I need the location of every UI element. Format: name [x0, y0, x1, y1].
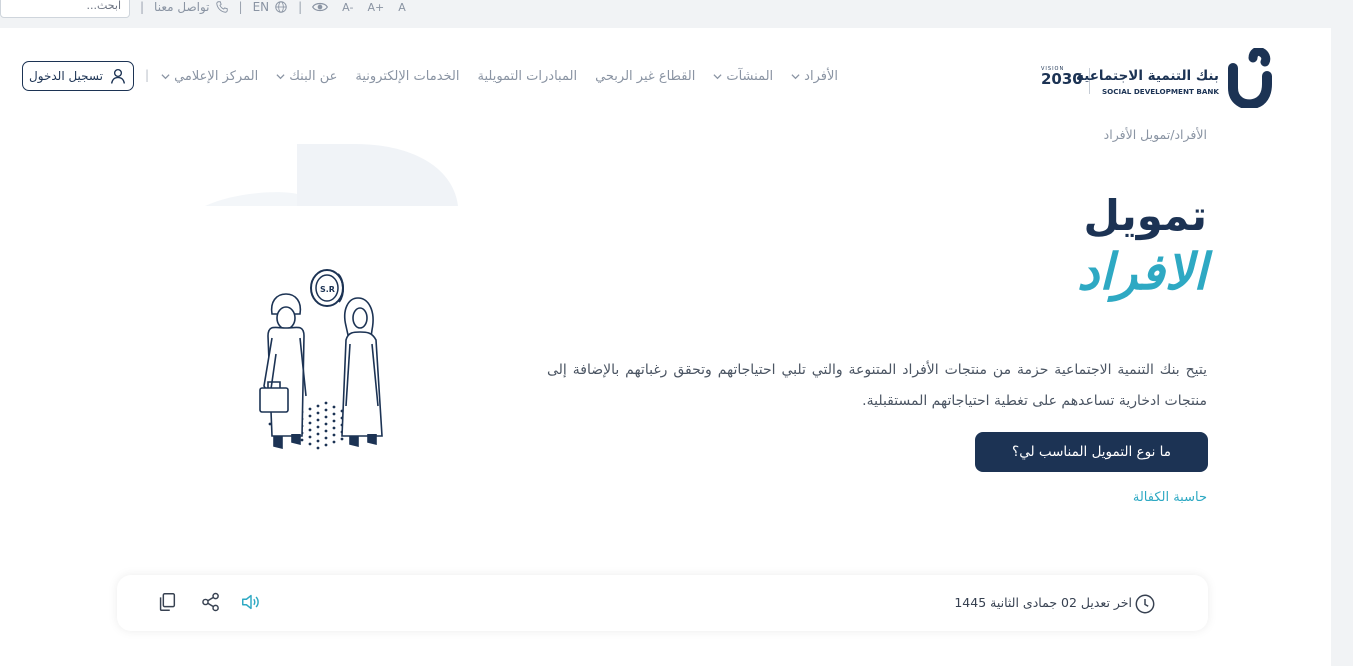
main-nav: الأفراد المنشآت القطاع غير الربحي المباد…: [161, 69, 838, 84]
coin-icon: S.R: [310, 269, 344, 307]
bank-logo-mark-icon: [1228, 48, 1272, 108]
nav-label: المركز الإعلامي: [174, 69, 259, 84]
divider: |: [140, 0, 145, 14]
bank-logo[interactable]: VISION 2030 بنك التنمية الاجتماعية SOCIA…: [1031, 48, 1281, 108]
nav-divider: |: [145, 68, 150, 82]
share-icon[interactable]: [200, 591, 222, 613]
nav-label: عن البنك: [289, 69, 338, 84]
chevron-down-icon: [791, 74, 800, 80]
clock-icon: [1135, 594, 1155, 614]
language-switch[interactable]: EN: [253, 0, 289, 14]
page-title: تمويل: [1083, 191, 1208, 240]
divider: |: [298, 0, 303, 14]
logo-text-en: SOCIAL DEVELOPMENT BANK: [1101, 87, 1219, 96]
breadcrumb: الأفراد/تمويل الأفراد: [1103, 127, 1207, 142]
contact-link[interactable]: تواصل معنا: [154, 0, 228, 14]
page-subtitle: الافراد: [1076, 243, 1207, 301]
nav-item-about[interactable]: عن البنك: [276, 69, 337, 84]
vision-2030-logo: VISION 2030: [1041, 66, 1083, 96]
top-utility-bar: ابحث... | تواصل معنا | EN | A- A+ A: [0, 0, 1353, 22]
nav-item-financing-initiatives[interactable]: المبادرات التمويلية: [478, 69, 578, 84]
contact-label: تواصل معنا: [154, 0, 210, 14]
nav-item-nonprofit[interactable]: القطاع غير الربحي: [595, 69, 695, 84]
chevron-down-icon: [161, 74, 170, 80]
nav-label: المنشآت: [726, 69, 774, 84]
financing-type-button[interactable]: ما نوع التمويل المناسب لي؟: [975, 432, 1208, 472]
login-label: تسجيل الدخول: [29, 69, 103, 83]
nav-item-establishments[interactable]: المنشآت: [713, 69, 773, 84]
chevron-down-icon: [713, 74, 722, 80]
guarantee-calculator-link[interactable]: حاسبة الكفالة: [1133, 490, 1207, 505]
nav-label: الأفراد: [804, 69, 838, 84]
phone-icon: [215, 1, 228, 13]
nav-label: القطاع غير الربحي: [595, 69, 696, 84]
font-size-decrease[interactable]: A-: [342, 1, 353, 14]
last-modified-date: اخر تعديل 02 جمادى الثانية 1445: [954, 595, 1132, 610]
nav-item-media-center[interactable]: المركز الإعلامي: [161, 69, 258, 84]
font-size-reset[interactable]: A: [398, 1, 406, 14]
copy-icon[interactable]: [156, 591, 178, 613]
font-size-increase[interactable]: A+: [367, 1, 384, 14]
man-figure: [259, 293, 307, 450]
background-decoration: [205, 144, 458, 206]
coin-label: S.R: [320, 285, 335, 294]
logo-text-ar: بنك التنمية الاجتماعية: [1076, 68, 1219, 84]
customers-illustration: S.R: [259, 269, 383, 450]
chevron-down-icon: [276, 74, 285, 80]
language-label: EN: [252, 0, 270, 14]
utility-links: | تواصل معنا | EN | A- A+ A: [140, 0, 406, 14]
nav-item-individuals[interactable]: الأفراد: [791, 69, 838, 84]
page-gutter: [1331, 28, 1353, 666]
vision-year: 2030: [1041, 70, 1083, 88]
search-input[interactable]: ابحث...: [0, 0, 130, 18]
page-tools-bar: اخر تعديل 02 جمادى الثانية 1445: [117, 575, 1208, 631]
nav-item-e-services[interactable]: الخدمات الإلكترونية: [355, 69, 459, 84]
user-icon: [110, 68, 126, 84]
page-description: يتيح بنك التنمية الاجتماعية حزمة من منتج…: [547, 362, 1207, 409]
globe-icon: [275, 1, 287, 13]
main-content-card: VISION 2030 بنك التنمية الاجتماعية SOCIA…: [0, 28, 1331, 666]
nav-label: المبادرات التمويلية: [477, 69, 578, 84]
woman-figure: [341, 297, 383, 448]
eye-icon[interactable]: [312, 0, 329, 14]
login-button[interactable]: تسجيل الدخول: [22, 61, 134, 91]
speaker-icon[interactable]: [240, 591, 262, 613]
divider: |: [238, 0, 243, 14]
nav-label: الخدمات الإلكترونية: [355, 69, 460, 84]
